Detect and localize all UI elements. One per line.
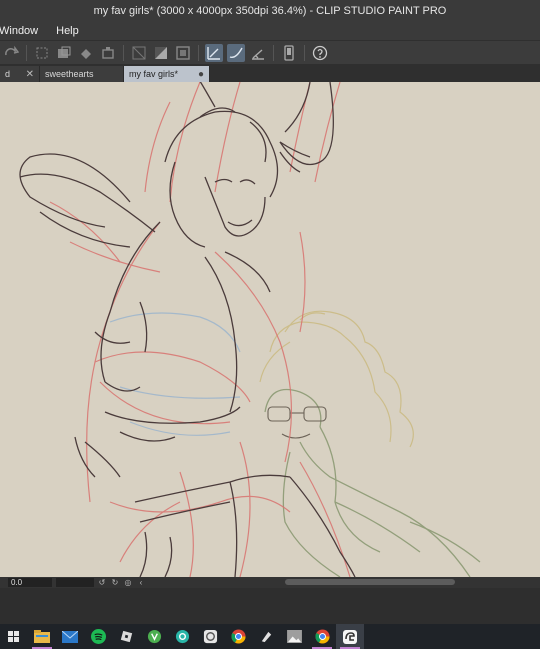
reset-rotation-icon[interactable]: ◎ <box>123 578 133 587</box>
chrome-profile-icon[interactable] <box>308 624 336 649</box>
file-explorer-icon[interactable] <box>28 624 56 649</box>
app-icon[interactable] <box>168 624 196 649</box>
tab-label: my fav girls* <box>129 69 179 79</box>
frame-icon[interactable] <box>174 44 192 62</box>
transform-icon[interactable] <box>99 44 117 62</box>
slider-track-icon[interactable] <box>56 578 94 587</box>
tone-icon[interactable] <box>152 44 170 62</box>
unsaved-dot-icon[interactable]: ● <box>198 69 204 80</box>
status-bar: 0.0 ↺ ↻ ◎ ‹ <box>0 577 540 588</box>
vpn-icon[interactable] <box>140 624 168 649</box>
windows-taskbar <box>0 624 540 649</box>
toolbar-divider <box>273 44 274 61</box>
snap-to-ruler-icon[interactable] <box>205 43 223 62</box>
sketch-artwork <box>19 82 481 577</box>
photos-icon[interactable] <box>280 624 308 649</box>
toolbar-divider <box>123 44 124 61</box>
mail-icon[interactable] <box>56 624 84 649</box>
spotify-icon[interactable] <box>84 624 112 649</box>
zoom-value: 0.0 <box>11 578 23 587</box>
menu-item-help[interactable]: Help <box>56 25 79 37</box>
device-icon[interactable] <box>280 44 298 62</box>
document-tabs: d ✕ sweethearts my fav girls* ● <box>0 64 540 82</box>
pen-tool-icon[interactable] <box>252 624 280 649</box>
scroll-left-icon[interactable]: ‹ <box>136 578 146 587</box>
window-title: my fav girls* (3000 x 4000px 350dpi 36.4… <box>93 5 447 17</box>
fill-icon[interactable] <box>77 44 95 62</box>
tab-sweethearts[interactable]: sweethearts <box>40 66 124 82</box>
help-icon[interactable] <box>311 44 329 62</box>
rotate-left-icon[interactable]: ↺ <box>97 578 107 587</box>
toolbar-divider <box>26 44 27 61</box>
hide-outside-selection-icon[interactable] <box>130 44 148 62</box>
zoom-field[interactable]: 0.0 <box>8 578 52 587</box>
select-all-icon[interactable] <box>33 44 51 62</box>
clear-selection-icon[interactable] <box>55 44 73 62</box>
toolbar-divider <box>198 44 199 61</box>
snap-to-line-icon[interactable] <box>227 43 245 62</box>
chrome-icon[interactable] <box>224 624 252 649</box>
tab-document-1[interactable]: d ✕ <box>0 66 40 82</box>
lower-panel <box>0 588 540 624</box>
tab-label: sweethearts <box>45 69 94 79</box>
command-bar <box>0 40 540 65</box>
close-icon[interactable]: ✕ <box>26 69 34 80</box>
tab-my-fav-girls[interactable]: my fav girls* ● <box>124 66 210 82</box>
tab-label: d <box>5 69 11 79</box>
toolbar-divider <box>304 44 305 61</box>
menu-bar: Window Help <box>0 22 540 40</box>
perspective-ruler-icon[interactable] <box>249 44 267 62</box>
printer-icon[interactable] <box>196 624 224 649</box>
redo-icon[interactable] <box>2 44 20 62</box>
menu-item-window[interactable]: Window <box>0 25 38 37</box>
horizontal-scrollbar[interactable] <box>285 579 455 585</box>
clip-studio-icon[interactable] <box>336 624 364 649</box>
roblox-icon[interactable] <box>112 624 140 649</box>
drawing-canvas[interactable] <box>0 82 540 577</box>
window-title-bar: my fav girls* (3000 x 4000px 350dpi 36.4… <box>0 0 540 22</box>
rotate-right-icon[interactable]: ↻ <box>110 578 120 587</box>
windows-icon[interactable] <box>0 624 28 649</box>
